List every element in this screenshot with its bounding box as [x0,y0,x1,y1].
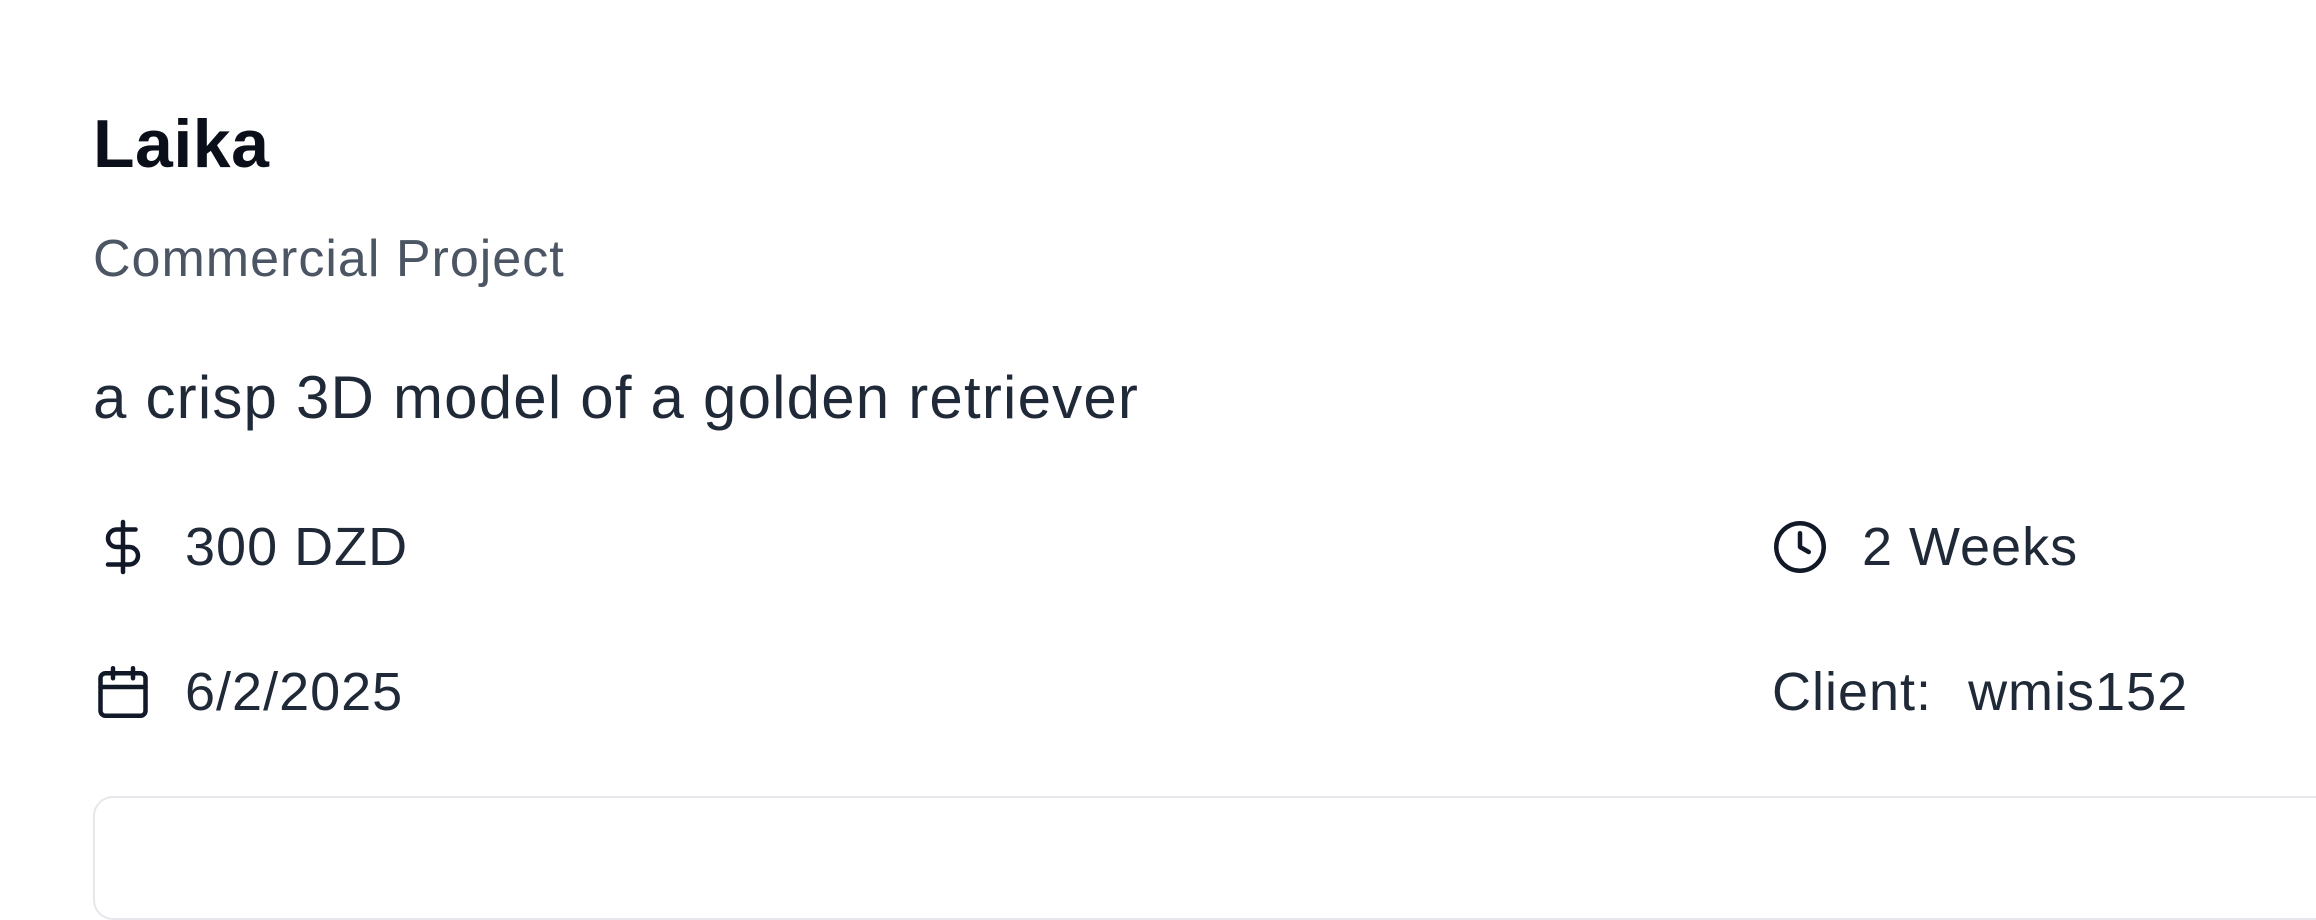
project-title: Laika [93,106,270,182]
attachment-panel [93,796,2316,920]
client-row: Client: wmis152 [1772,660,2188,725]
project-description: a crisp 3D model of a golden retriever [93,364,1140,431]
budget-value: 300 DZD [185,517,409,577]
duration-value: 2 Weeks [1862,517,2079,577]
calendar-icon [93,662,153,722]
duration-row: 2 Weeks [1770,515,2078,580]
client-label: Client: [1772,662,1933,722]
date-row: 6/2/2025 [93,660,403,725]
date-value: 6/2/2025 [185,662,404,722]
dollar-sign-icon [93,517,153,577]
client-value: wmis152 [1968,662,2189,722]
clock-icon [1770,517,1830,577]
project-details-card: Laika Commercial Project a crisp 3D mode… [0,0,2316,920]
budget-row: 300 DZD [93,515,408,580]
project-type: Commercial Project [93,230,565,288]
